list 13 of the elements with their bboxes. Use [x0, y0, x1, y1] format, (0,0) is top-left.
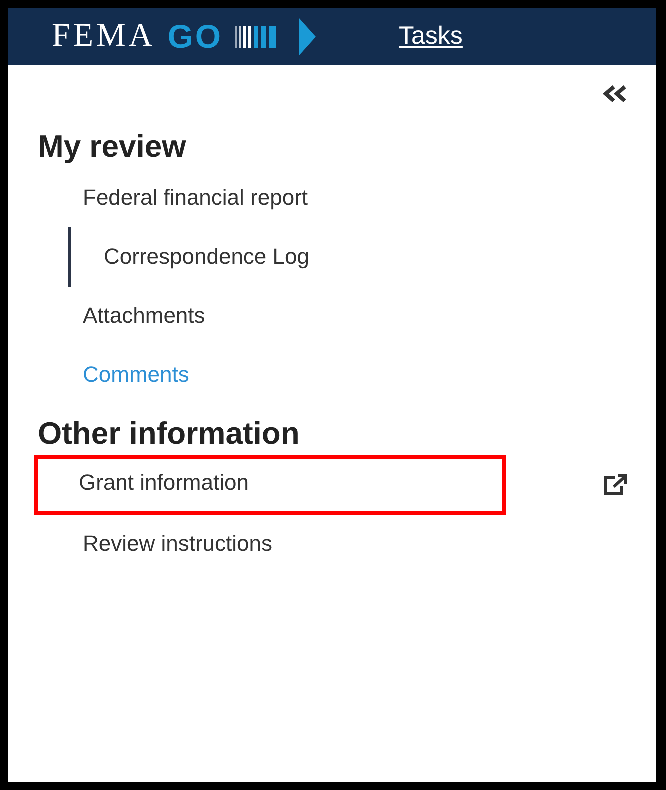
nav-item[interactable]: Federal financial report	[38, 168, 308, 228]
comments-link[interactable]: Comments	[38, 344, 190, 404]
tasks-link[interactable]: Tasks	[399, 24, 463, 49]
section-heading: My review	[38, 131, 188, 162]
external-link-icon[interactable]	[604, 474, 628, 496]
section-heading: Other information	[38, 418, 301, 449]
logo-wordmark: FEMA	[52, 20, 156, 53]
nav-item[interactable]: Review instructions	[38, 514, 273, 574]
nav-item[interactable]: Correspondence Log	[68, 226, 310, 286]
nav-item[interactable]: Attachments	[38, 286, 206, 346]
collapse-icon[interactable]	[602, 85, 628, 103]
nav-item[interactable]: Grant information	[34, 450, 249, 514]
logo-accent: GO	[168, 20, 224, 53]
